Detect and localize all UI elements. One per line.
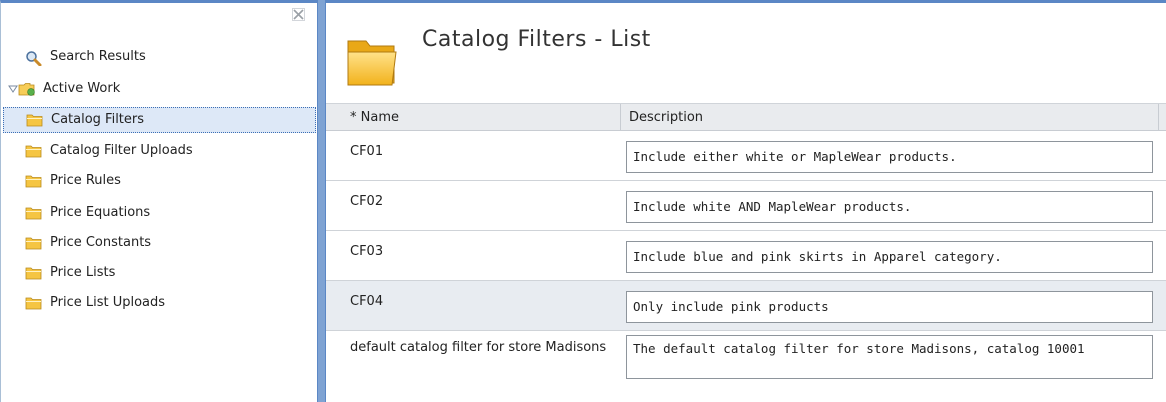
folder-icon bbox=[25, 144, 43, 158]
nav-item-price-lists[interactable]: Price Lists bbox=[25, 261, 305, 287]
active-work-folder-icon bbox=[18, 82, 36, 96]
nav-item-price-equations[interactable]: Price Equations bbox=[25, 201, 305, 227]
nav-item-price-rules[interactable]: Price Rules bbox=[25, 169, 305, 195]
nav-item-label: Catalog Filter Uploads bbox=[50, 143, 193, 158]
nav-item-active-work[interactable]: Active Work bbox=[8, 77, 308, 103]
folder-icon bbox=[26, 113, 44, 127]
nav-item-price-list-uploads[interactable]: Price List Uploads bbox=[25, 291, 305, 317]
nav-item-label: Price Lists bbox=[50, 265, 116, 280]
nav-item-search-results[interactable]: Search Results bbox=[25, 45, 305, 71]
table-row[interactable]: CF02 Include white AND MapleWear product… bbox=[326, 181, 1166, 231]
folder-icon bbox=[25, 236, 43, 250]
description-field[interactable]: Include blue and pink skirts in Apparel … bbox=[626, 241, 1153, 273]
description-field[interactable]: Include white AND MapleWear products. bbox=[626, 191, 1153, 223]
nav-item-label: Catalog Filters bbox=[51, 112, 145, 127]
nav-item-label: Price Equations bbox=[50, 205, 151, 220]
column-header-filler bbox=[1158, 104, 1166, 131]
nav-item-label: Price List Uploads bbox=[50, 295, 166, 310]
name-cell: CF01 bbox=[350, 144, 384, 159]
column-header-description[interactable]: Description bbox=[620, 104, 1166, 131]
nav-item-label: Active Work bbox=[43, 81, 121, 96]
nav-item-label: Search Results bbox=[50, 49, 146, 64]
close-icon[interactable] bbox=[292, 8, 305, 21]
name-cell: default catalog filter for store Madison… bbox=[350, 340, 607, 355]
table-row[interactable]: CF04 Only include pink products bbox=[326, 281, 1166, 331]
nav-item-catalog-filters[interactable]: Catalog Filters bbox=[3, 107, 316, 133]
name-cell: CF04 bbox=[350, 294, 384, 309]
folder-icon bbox=[25, 206, 43, 220]
table-row[interactable]: CF03 Include blue and pink skirts in App… bbox=[326, 231, 1166, 281]
table-header: * Name Description bbox=[326, 103, 1166, 131]
description-field[interactable]: Include either white or MapleWear produc… bbox=[626, 141, 1153, 173]
name-cell: CF02 bbox=[350, 194, 384, 209]
name-cell: CF03 bbox=[350, 244, 384, 259]
nav-item-label: Price Constants bbox=[50, 235, 152, 250]
expand-triangle-icon[interactable] bbox=[8, 84, 18, 94]
main-panel: Catalog Filters - List * Name Descriptio… bbox=[326, 0, 1166, 402]
catalog-filters-table: * Name Description CF01 Include either w… bbox=[326, 103, 1166, 391]
large-folder-icon bbox=[344, 33, 400, 93]
table-row[interactable]: default catalog filter for store Madison… bbox=[326, 331, 1166, 391]
page-title: Catalog Filters - List bbox=[422, 27, 651, 52]
table-row[interactable]: CF01 Include either white or MapleWear p… bbox=[326, 131, 1166, 181]
column-header-name[interactable]: * Name bbox=[326, 104, 620, 131]
nav-item-label: Price Rules bbox=[50, 173, 121, 188]
folder-icon bbox=[25, 174, 43, 188]
nav-item-catalog-filter-uploads[interactable]: Catalog Filter Uploads bbox=[25, 139, 305, 165]
folder-icon bbox=[25, 266, 43, 280]
search-icon bbox=[25, 50, 43, 66]
description-field[interactable]: Only include pink products bbox=[626, 291, 1153, 323]
nav-item-price-constants[interactable]: Price Constants bbox=[25, 231, 305, 257]
navigation-panel: Search Results Active Work Catalog Filte… bbox=[0, 0, 317, 402]
description-field[interactable]: The default catalog filter for store Mad… bbox=[626, 335, 1153, 379]
panel-splitter[interactable] bbox=[317, 0, 326, 402]
folder-icon bbox=[25, 296, 43, 310]
